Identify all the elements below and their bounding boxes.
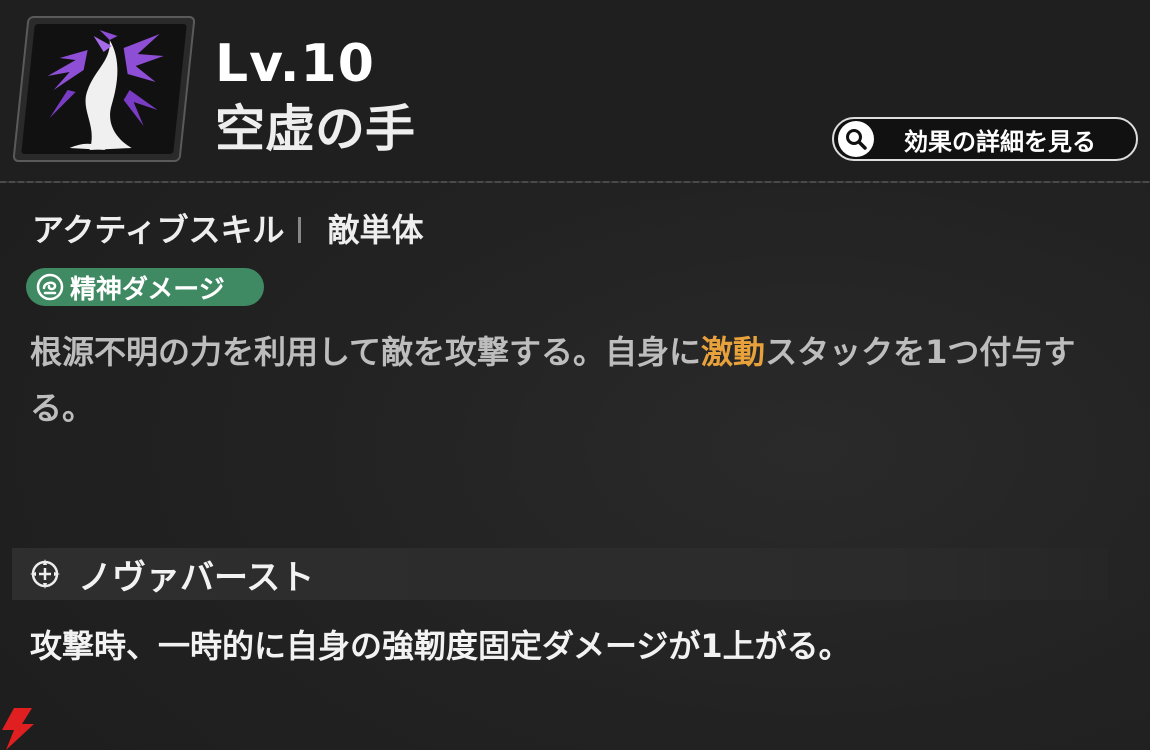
skill-level: Lv.10: [215, 34, 375, 94]
damage-type-tag: 精神ダメージ: [26, 268, 264, 306]
header-divider: [0, 181, 1150, 183]
nova-burst-description: 攻撃時、一時的に自身の強靭度固定ダメージが1上がる。: [30, 627, 851, 665]
type-separator: [298, 217, 302, 243]
nova-burst-title: ノヴァバースト: [78, 557, 315, 598]
psyche-damage-icon: [36, 273, 64, 301]
skill-name: 空虚の手: [215, 100, 415, 158]
lightning-icon: [2, 708, 34, 750]
skill-type-row: アクティブスキル 敵単体: [32, 208, 424, 252]
damage-type-label: 精神ダメージ: [70, 274, 225, 305]
nova-burst-bar: ノヴァバースト: [12, 548, 1108, 600]
view-details-button[interactable]: 効果の詳細を見る: [832, 117, 1138, 161]
void-hand-icon: [47, 30, 164, 150]
skill-description: 根源不明の力を利用して敵を攻撃する。自身に激動スタックを1つ付与する。: [30, 324, 1110, 436]
view-details-label: 効果の詳細を見る: [904, 127, 1096, 156]
skill-type-label: アクティブスキル: [32, 211, 285, 249]
agitation-keyword: 激動: [701, 333, 766, 371]
skill-target-label: 敵単体: [327, 211, 424, 249]
search-icon: [838, 121, 874, 157]
nova-burst-icon: [30, 559, 60, 589]
skill-icon-frame: [12, 16, 196, 162]
description-text-before: 根源不明の力を利用して敵を攻撃する。自身に: [30, 333, 702, 371]
